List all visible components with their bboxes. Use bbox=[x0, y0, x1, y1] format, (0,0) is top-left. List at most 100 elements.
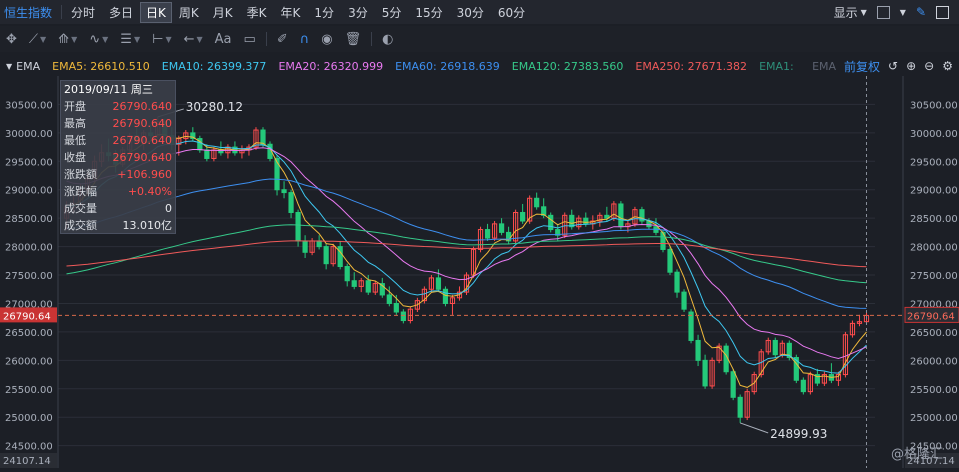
period-tab[interactable]: 1分 bbox=[307, 4, 341, 21]
candle-body bbox=[288, 192, 294, 213]
candle-body bbox=[344, 266, 350, 282]
undo-icon[interactable]: ↺ bbox=[888, 59, 898, 73]
period-tab[interactable]: 5分 bbox=[375, 4, 409, 21]
y-tick-label-right: 25000.00 bbox=[910, 413, 958, 424]
arrow-tool[interactable]: ← ▼ bbox=[178, 32, 209, 47]
visibility-tool[interactable]: ◉ bbox=[315, 32, 338, 47]
period-tab[interactable]: 日K bbox=[140, 1, 172, 23]
fibonacci-tool[interactable]: ☰ ▼ bbox=[114, 32, 146, 47]
comment-tool[interactable]: ▭ bbox=[238, 32, 262, 47]
period-tab[interactable]: 多日 bbox=[102, 4, 140, 21]
info-value: +106.960 bbox=[117, 168, 172, 181]
candle-body bbox=[569, 214, 575, 228]
candle-body bbox=[351, 280, 357, 287]
candle-body bbox=[295, 211, 301, 242]
adjust-button[interactable]: 前复权 bbox=[844, 58, 880, 75]
candle-body bbox=[337, 246, 343, 268]
candle-body bbox=[274, 157, 280, 191]
period-tab[interactable]: 月K bbox=[206, 4, 240, 21]
ema-value: EMA1: bbox=[759, 59, 794, 73]
info-rows: 开盘 26790.640 最高 26790.640 最低 26790.640 收盘 26790… bbox=[61, 98, 175, 234]
measure-tool[interactable]: ⊢ ▼ bbox=[146, 32, 177, 47]
info-row: 收盘 26790.640 bbox=[61, 149, 175, 166]
toggle-icon: ◐ bbox=[382, 31, 394, 47]
eraser-tool[interactable]: ✐ bbox=[271, 32, 294, 47]
period-tab[interactable]: 分时 bbox=[64, 4, 102, 21]
settings-icon[interactable]: ⚙ bbox=[942, 59, 953, 73]
ema-value: EMA10: 26399.377 bbox=[161, 59, 267, 73]
checkbox-icon[interactable] bbox=[876, 5, 890, 19]
y-tick-label-left: 24500.00 bbox=[5, 442, 53, 453]
current-price-label-left: 26790.64 bbox=[3, 311, 51, 322]
min-label: 24899.93 bbox=[770, 427, 827, 441]
candle-body bbox=[618, 203, 624, 228]
y-tick-label-left: 29000.00 bbox=[5, 186, 53, 197]
ema-label: EMA bbox=[16, 59, 41, 73]
candle-body bbox=[800, 379, 806, 393]
drawing-toolbar: ✥ ⟋ ▼ ⟰ ▼ ∿ ▼ ☰ ▼ ⊢ ▼ ← ▼ Aa ▭ ✐ ∩ ◉ 🗑 ◐ bbox=[0, 26, 959, 52]
chevron-down-icon: ▼ bbox=[899, 7, 906, 17]
info-key: 涨跌幅 bbox=[64, 185, 97, 198]
info-value: 26790.640 bbox=[112, 100, 173, 113]
info-key: 成交量 bbox=[64, 202, 97, 215]
y-tick-label-left: 30000.00 bbox=[5, 129, 53, 140]
info-key: 最高 bbox=[64, 117, 86, 130]
zoom-in-icon[interactable]: ⊕ bbox=[906, 59, 916, 73]
candle-body bbox=[323, 246, 329, 265]
info-key: 收盘 bbox=[64, 151, 86, 164]
period-tab[interactable]: 年K bbox=[274, 4, 308, 21]
brush-icon[interactable]: ✎ bbox=[916, 5, 926, 19]
period-tab[interactable]: 15分 bbox=[408, 4, 449, 21]
candle-body bbox=[520, 211, 526, 222]
candle-body bbox=[688, 311, 694, 341]
info-row: 最高 26790.640 bbox=[61, 115, 175, 132]
wave-icon: ∿ bbox=[89, 31, 101, 47]
y-tick-label-right: 26000.00 bbox=[910, 356, 958, 367]
candle-body bbox=[534, 197, 540, 208]
candle-body bbox=[484, 229, 491, 239]
toggle-tool[interactable]: ◐ bbox=[376, 32, 399, 47]
comment-icon: ▭ bbox=[243, 31, 256, 47]
wave-tool[interactable]: ∿ ▼ bbox=[83, 32, 114, 47]
display-label: 显示 bbox=[833, 5, 858, 20]
candle-body bbox=[583, 217, 589, 225]
candle-body bbox=[204, 149, 210, 159]
line-tool[interactable]: ⟋ ▼ bbox=[23, 32, 52, 47]
period-tab[interactable]: 60分 bbox=[491, 4, 532, 21]
ema-value: EMA5: 26610.510 bbox=[52, 59, 150, 73]
zoom-out-icon[interactable]: ⊖ bbox=[924, 59, 934, 73]
chevron-down-icon: ▼ bbox=[40, 34, 47, 44]
chevron-down-icon: ▼ bbox=[165, 34, 172, 44]
expand-icon[interactable] bbox=[936, 5, 949, 19]
ema-value: EMA60: 26918.639 bbox=[395, 59, 500, 73]
candle-body bbox=[365, 280, 371, 293]
info-key: 最低 bbox=[64, 134, 86, 147]
index-title[interactable]: 恒生指数 bbox=[0, 4, 59, 21]
y-tick-label-left: 25500.00 bbox=[5, 385, 53, 396]
magnet-tool[interactable]: ∩ bbox=[294, 32, 316, 47]
period-tab[interactable]: 季K bbox=[240, 4, 274, 21]
ema-value: EMA250: 27671.382 bbox=[635, 59, 748, 73]
info-key: 开盘 bbox=[64, 100, 86, 113]
period-tab[interactable]: 30分 bbox=[450, 4, 491, 21]
channel-tool[interactable]: ⟰ ▼ bbox=[52, 32, 83, 47]
text-tool[interactable]: Aa bbox=[209, 32, 238, 47]
ema-indicator-label[interactable]: ▼ EMA bbox=[6, 60, 40, 73]
delete-tool[interactable]: 🗑 bbox=[339, 32, 368, 47]
candle-body bbox=[667, 248, 673, 273]
info-row: 开盘 26790.640 bbox=[61, 98, 175, 115]
candle-body bbox=[442, 288, 449, 304]
ema-controls: EMA 前复权 ↺ ⊕ ⊖ ⚙ bbox=[812, 56, 953, 76]
display-dropdown[interactable]: 显示 ▼ bbox=[834, 4, 867, 21]
move-tool[interactable]: ✥ bbox=[0, 32, 23, 47]
period-tab[interactable]: 3分 bbox=[341, 4, 375, 21]
y-tick-label-left: 27500.00 bbox=[5, 271, 53, 282]
line-icon: ⟋ bbox=[28, 31, 39, 47]
period-tab[interactable]: 周K bbox=[172, 4, 206, 21]
candle-body bbox=[548, 214, 554, 231]
candle-body bbox=[681, 291, 687, 310]
chevron-down-icon: ▼ bbox=[196, 34, 203, 44]
current-price-label-right: 26790.64 bbox=[907, 311, 955, 322]
candle-body bbox=[730, 371, 736, 398]
info-value: 26790.640 bbox=[112, 117, 173, 130]
